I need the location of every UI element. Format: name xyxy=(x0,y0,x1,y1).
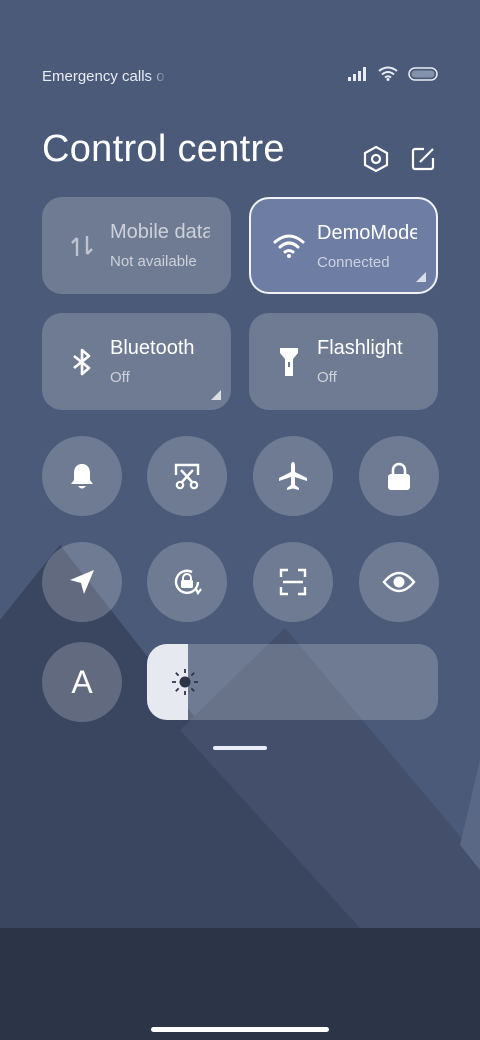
settings-button[interactable] xyxy=(359,142,393,176)
airplane-icon xyxy=(279,462,307,490)
toggle-airplane[interactable] xyxy=(253,436,333,516)
settings-hexagon-icon xyxy=(363,145,389,173)
toggle-screenshot[interactable] xyxy=(147,436,227,516)
edit-button[interactable] xyxy=(406,142,440,176)
tile-flashlight[interactable]: Flashlight Off xyxy=(249,313,438,410)
flashlight-icon xyxy=(273,346,305,378)
tile-label: Flashlight xyxy=(317,337,403,359)
toggle-lock-screen[interactable] xyxy=(359,436,439,516)
toggle-reading-mode[interactable] xyxy=(359,542,439,622)
lock-icon xyxy=(388,462,410,490)
toggle-silent[interactable] xyxy=(42,436,122,516)
drag-handle[interactable] xyxy=(213,746,267,750)
tile-label: Bluetooth xyxy=(110,337,195,359)
brightness-slider[interactable] xyxy=(147,644,438,720)
mobile-data-icon xyxy=(66,230,98,262)
dock-area xyxy=(0,928,480,1040)
tile-bluetooth[interactable]: Bluetooth Off xyxy=(42,313,231,410)
sun-icon xyxy=(172,669,198,695)
bluetooth-icon xyxy=(66,346,98,378)
page-title: Control centre xyxy=(42,128,285,170)
wifi-icon xyxy=(273,230,305,262)
tile-status: Off xyxy=(317,369,337,386)
tile-status: Connected xyxy=(317,254,390,271)
screenshot-icon xyxy=(174,463,200,490)
tile-status: Not available xyxy=(110,253,197,270)
tile-status: Off xyxy=(110,369,130,386)
tile-mobile-data[interactable]: Mobile data Not available xyxy=(42,197,231,294)
tile-label: DemoMode xyxy=(317,222,417,244)
eye-icon xyxy=(382,571,416,593)
toggle-scanner[interactable] xyxy=(253,542,333,622)
location-icon xyxy=(70,570,94,594)
toggle-location[interactable] xyxy=(42,542,122,622)
rotation-lock-icon xyxy=(174,569,202,596)
battery-icon xyxy=(408,66,438,81)
signal-icon xyxy=(348,66,366,81)
expand-corner-icon[interactable] xyxy=(416,272,426,282)
status-bar: Emergency calls o xyxy=(42,64,438,88)
wifi-icon xyxy=(378,66,398,81)
tile-wifi[interactable]: DemoMode Connected xyxy=(249,197,438,294)
scan-icon xyxy=(279,568,307,596)
tile-label: Mobile data xyxy=(110,221,210,243)
bell-icon xyxy=(71,464,93,489)
gesture-nav-bar[interactable] xyxy=(151,1027,329,1032)
carrier-text: Emergency calls o xyxy=(42,68,165,85)
edit-icon xyxy=(411,147,435,171)
auto-brightness-button[interactable]: A xyxy=(42,642,122,722)
toggle-rotation-lock[interactable] xyxy=(147,542,227,622)
expand-corner-icon[interactable] xyxy=(211,390,221,400)
auto-brightness-label: A xyxy=(71,663,93,700)
